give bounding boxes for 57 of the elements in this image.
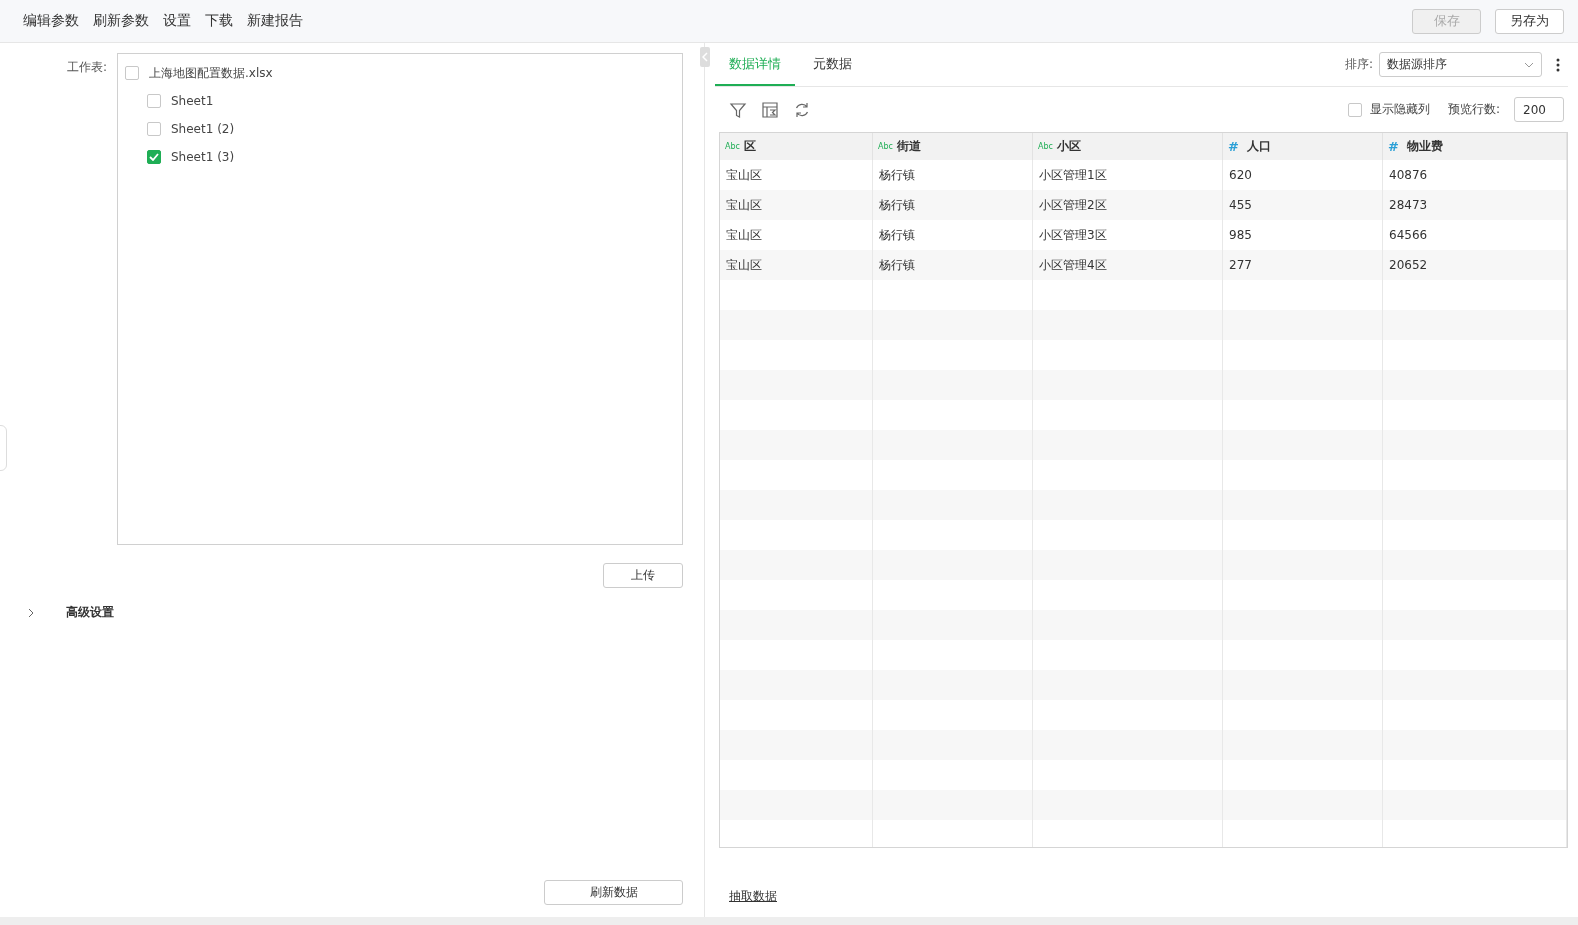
table-cell: 小区管理2区 [1033, 190, 1223, 220]
field-label: 排序: [1344, 56, 1373, 73]
column-title: 区 [743, 138, 756, 155]
caret-icon [1524, 61, 1534, 68]
field-label: 工作表: [65, 59, 107, 76]
checkbox[interactable] [147, 122, 161, 136]
checkbox[interactable] [125, 66, 139, 80]
tree-item-label[interactable]: Sheet1 [171, 94, 214, 108]
checkbox-label: 显示隐藏列 [1369, 101, 1430, 118]
column-header[interactable]: Abc 区 [720, 133, 873, 160]
table-cell: 455 [1223, 190, 1383, 220]
preview-rows-input[interactable]: 200 [1514, 97, 1564, 122]
table-cell: 28473 [1383, 190, 1567, 220]
text-type-icon: Abc [878, 142, 893, 151]
section-title: 高级设置 [66, 604, 114, 621]
chevron-icon[interactable] [26, 607, 36, 618]
table-cell: 杨行镇 [873, 250, 1033, 280]
refresh-data-button[interactable]: 刷新数据 [544, 880, 683, 905]
checkbox[interactable] [147, 94, 161, 108]
checkbox[interactable] [1347, 102, 1362, 117]
collapse-handle[interactable] [700, 47, 710, 67]
column-header[interactable]: Abc 小区 [1033, 133, 1223, 160]
table-cell: 杨行镇 [873, 190, 1033, 220]
column-header[interactable]: # 人口 [1223, 133, 1383, 160]
upload-button[interactable]: 上传 [603, 563, 683, 588]
tree-item-label[interactable]: Sheet1 (2) [171, 122, 235, 136]
table-cell: 宝山区 [720, 190, 873, 220]
refresh-icon[interactable] [793, 100, 811, 119]
column-title: 小区 [1056, 138, 1081, 155]
formula-table-icon[interactable] [761, 100, 779, 119]
menu-item[interactable]: 下载 [198, 12, 240, 30]
column-title: 物业费 [1406, 138, 1443, 155]
sort-dropdown[interactable]: 数据源排序 [1379, 52, 1542, 77]
save-as-button[interactable]: 另存为 [1495, 8, 1564, 34]
tab[interactable]: 元数据 [799, 43, 866, 86]
table-cell: 小区管理4区 [1033, 250, 1223, 280]
column-title: 人口 [1246, 138, 1271, 155]
number-type-icon: # [1388, 139, 1399, 154]
menu-item[interactable]: 新建报告 [240, 12, 310, 30]
tree-item-label[interactable]: Sheet1 (3) [171, 150, 235, 164]
text-type-icon: Abc [1038, 142, 1053, 151]
menu-item[interactable]: 刷新参数 [86, 12, 156, 30]
number-type-icon: # [1228, 139, 1239, 154]
table-cell: 277 [1223, 250, 1383, 280]
extract-data-link[interactable]: 抽取数据 [729, 888, 777, 905]
column-header[interactable]: # 物业费 [1383, 133, 1567, 160]
tree-item-label[interactable]: 上海地图配置数据.xlsx [149, 64, 273, 82]
table-cell: 20652 [1383, 250, 1567, 280]
text-type-icon: Abc [725, 142, 740, 151]
filter-icon[interactable] [729, 100, 747, 119]
field-label: 预览行数: [1447, 101, 1500, 118]
column-title: 街道 [896, 138, 921, 155]
menu-item[interactable]: 编辑参数 [16, 12, 86, 30]
menu-item[interactable]: 设置 [156, 12, 198, 30]
checkbox[interactable] [147, 150, 161, 164]
column-header[interactable]: Abc 街道 [873, 133, 1033, 160]
table-cell: 宝山区 [720, 250, 873, 280]
